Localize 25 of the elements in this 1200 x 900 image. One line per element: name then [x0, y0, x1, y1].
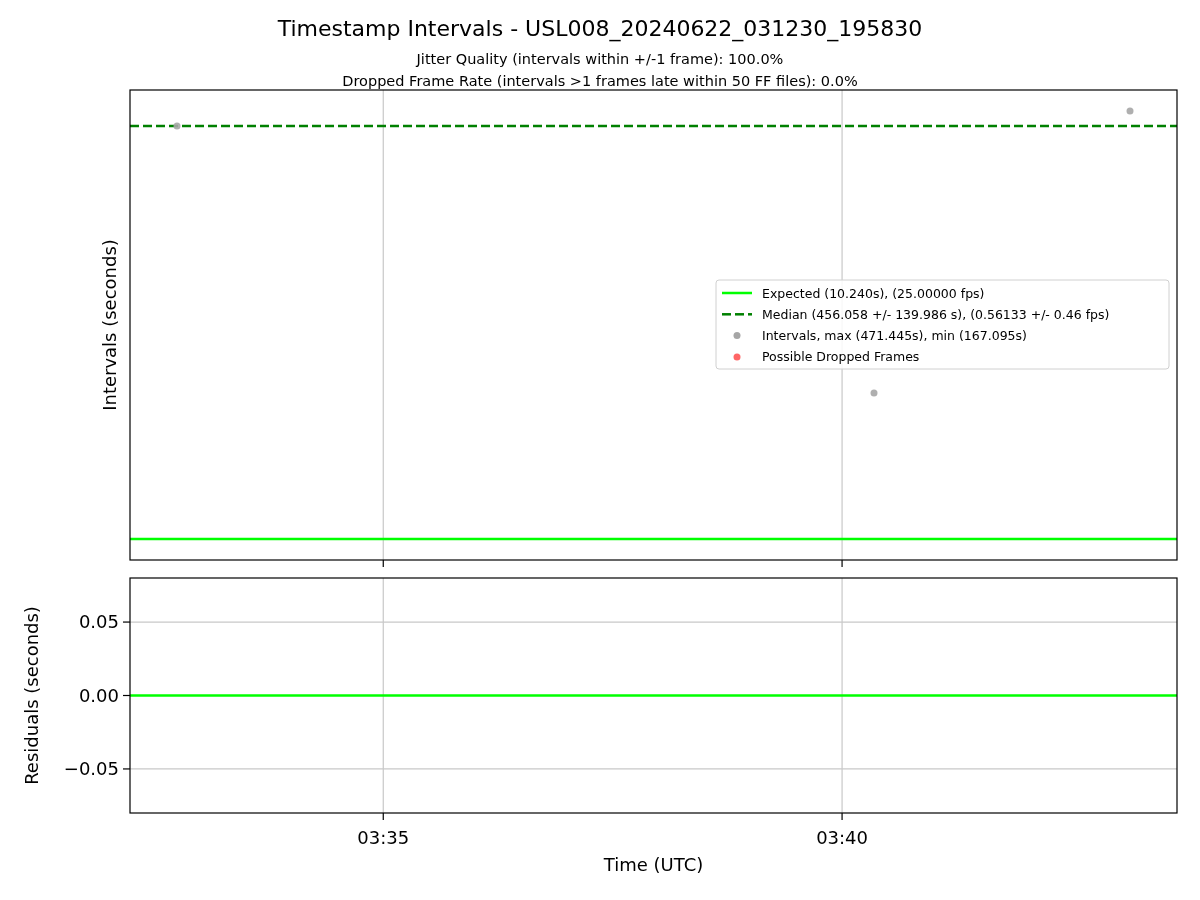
tick-label: −0.05 [63, 757, 119, 779]
axis-label: Time (UTC) [603, 854, 704, 875]
tick-label: 03:40 [816, 827, 868, 848]
tick-mark [841, 559, 843, 568]
axis-label: Residuals (seconds) [21, 606, 42, 785]
legend-label: Possible Dropped Frames [762, 349, 920, 365]
tick-mark [122, 694, 131, 697]
data-point [173, 122, 181, 130]
tick-mark [382, 812, 384, 821]
tick-label: 03:35 [357, 827, 410, 848]
data-point [1126, 107, 1134, 115]
chart-subtitle: Jitter Quality (intervals within +/-1 frame): 100.0% [416, 51, 784, 67]
legend-label: Median (456.058 +/- 139.986 s), (0.56133 +/- 0.46 fps) [762, 306, 1110, 322]
axis-label: Intervals (seconds) [99, 239, 120, 411]
tick-mark [841, 812, 843, 821]
chart-title: Timestamp Intervals - USL008_20240622_031230_195830 [277, 16, 923, 41]
tick-label: 0.00 [78, 684, 119, 706]
legend-label: Intervals, max (471.445s), min (167.095s) [762, 328, 1027, 344]
tick-mark [382, 559, 384, 568]
chart-subtitle: Dropped Frame Rate (intervals >1 frames late within 50 FF files): 0.0% [342, 73, 858, 89]
tick-label: 0.05 [78, 611, 119, 633]
data-point [870, 389, 878, 397]
tick-mark [122, 768, 131, 770]
tick-mark [122, 621, 131, 623]
legend-label: Expected (10.240s), (25.00000 fps) [762, 285, 985, 301]
